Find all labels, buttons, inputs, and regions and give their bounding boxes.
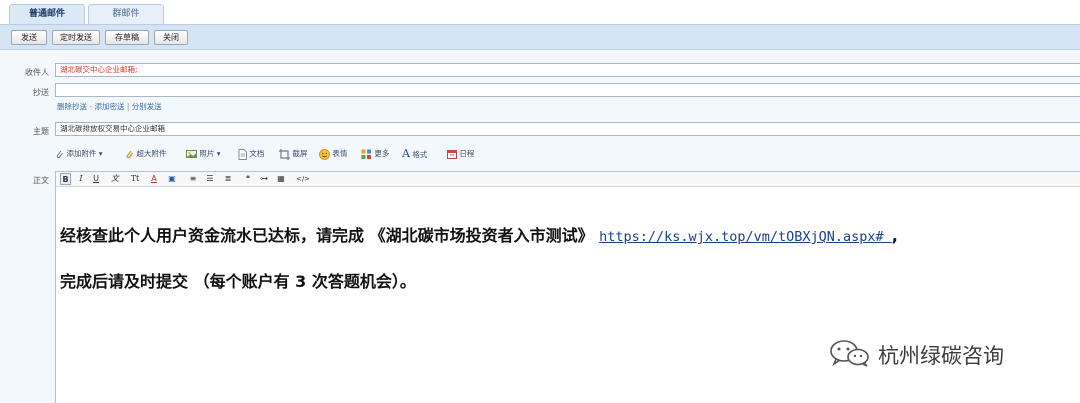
document-icon xyxy=(238,148,247,160)
screenshot-icon xyxy=(279,148,290,160)
schedule-label: 日程 xyxy=(459,149,475,158)
message-line-1-end: , xyxy=(891,226,898,245)
highlight-button[interactable]: ▣ xyxy=(166,173,178,185)
subject-label: 主题 xyxy=(33,127,49,136)
save-draft-button[interactable]: 存草稿 xyxy=(105,30,149,45)
emoji-label: 表情 xyxy=(332,149,348,158)
scheduled-send-button[interactable]: 定时发送 xyxy=(52,30,100,45)
underline-button[interactable]: U xyxy=(91,173,101,185)
to-label: 收件人 xyxy=(25,68,49,77)
large-attachment-label: 超大附件 xyxy=(136,149,167,158)
document-button[interactable]: 文档 xyxy=(238,147,264,161)
subject-field[interactable]: 湖北碳排放权交易中心企业邮箱 xyxy=(55,122,1080,136)
document-label: 文档 xyxy=(249,149,265,158)
format-button[interactable]: A 格式 xyxy=(402,147,427,162)
bold-button[interactable]: B xyxy=(60,173,71,185)
message-line-1: 经核查此个人用户资金流水已达标，请完成 《湖北碳市场投资者入市测试》 https… xyxy=(60,222,898,246)
recipient-links: 删除抄送 - 添加密送 | 分别发送 xyxy=(57,101,162,112)
message-line-2: 完成后请及时提交 （每个账户有 3 次答题机会）。 xyxy=(60,272,416,291)
insert-image-button[interactable]: ▦ xyxy=(275,173,287,185)
tab-bar: 普通邮件 群邮件 xyxy=(0,0,1080,25)
screenshot-label: 截屏 xyxy=(292,149,308,158)
chevron-down-icon[interactable]: ▾ xyxy=(99,149,103,158)
tab-group-mail[interactable]: 群邮件 xyxy=(88,4,164,25)
wechat-icon xyxy=(830,340,869,367)
watermark-text: 杭州绿碳咨询 xyxy=(878,344,1004,368)
font-family-button[interactable]: 文 xyxy=(109,173,121,185)
emoji-icon xyxy=(319,148,330,160)
align-button[interactable]: ≡ xyxy=(187,173,199,185)
link-separator: | xyxy=(124,102,132,111)
add-attachment-button[interactable]: 添加附件 ▾ xyxy=(55,147,103,161)
format-label: 格式 xyxy=(412,150,428,159)
calendar-icon xyxy=(447,150,457,159)
message-line-1-text: 经核查此个人用户资金流水已达标，请完成 《湖北碳市场投资者入市测试》 xyxy=(60,226,600,245)
close-button[interactable]: 关闭 xyxy=(154,30,188,45)
survey-link[interactable]: https://ks.wjx.top/vm/tOBXjQN.aspx# xyxy=(599,229,892,245)
link-button[interactable]: ⊶ xyxy=(258,173,270,185)
chevron-down-icon[interactable]: ▾ xyxy=(217,149,221,158)
bullet-list-button[interactable]: ☰ xyxy=(204,173,216,185)
paperclip-icon xyxy=(56,150,63,159)
photo-icon xyxy=(186,150,197,158)
italic-button[interactable]: I xyxy=(76,173,86,185)
editor-toolbar: B I U 文 Tt A ▣ ≡ ☰ ≣ ❝ ⊶ ▦ </> xyxy=(55,171,1080,187)
tab-normal-mail[interactable]: 普通邮件 xyxy=(9,4,85,25)
html-source-button[interactable]: </> xyxy=(292,173,314,185)
large-attachment-button[interactable]: 超大附件 xyxy=(125,147,166,161)
cc-label: 抄送 xyxy=(33,88,49,97)
font-size-button[interactable]: Tt xyxy=(128,173,142,185)
format-icon: A xyxy=(402,147,410,160)
more-icon xyxy=(361,149,371,159)
emoji-button[interactable]: 表情 xyxy=(319,147,347,161)
font-color-button[interactable]: A xyxy=(148,173,160,185)
more-button[interactable]: 更多 xyxy=(361,147,389,161)
separate-send-link[interactable]: 分别发送 xyxy=(132,102,162,111)
large-paperclip-icon xyxy=(126,150,134,159)
mail-toolbar: 发送 定时发送 存草稿 关闭 xyxy=(0,24,1080,50)
screenshot-button[interactable]: 截屏 xyxy=(279,147,307,161)
send-button[interactable]: 发送 xyxy=(11,30,47,45)
photo-label: 照片 xyxy=(199,149,215,158)
editor-body[interactable]: 经核查此个人用户资金流水已达标，请完成 《湖北碳市场投资者入市测试》 https… xyxy=(55,187,1080,403)
to-field[interactable]: 湖北碳交中心企业邮箱; xyxy=(55,63,1080,77)
add-attachment-label: 添加附件 xyxy=(66,149,97,158)
add-bcc-link[interactable]: 添加密送 xyxy=(94,102,124,111)
remove-cc-link[interactable]: 删除抄送 xyxy=(57,102,87,111)
quote-button[interactable]: ❝ xyxy=(242,173,254,185)
more-label: 更多 xyxy=(374,149,390,158)
schedule-button[interactable]: 日程 xyxy=(447,147,474,161)
body-label: 正文 xyxy=(33,176,49,185)
indent-button[interactable]: ≣ xyxy=(222,173,234,185)
photo-button[interactable]: 照片 ▾ xyxy=(186,147,221,161)
cc-field[interactable] xyxy=(55,83,1080,97)
